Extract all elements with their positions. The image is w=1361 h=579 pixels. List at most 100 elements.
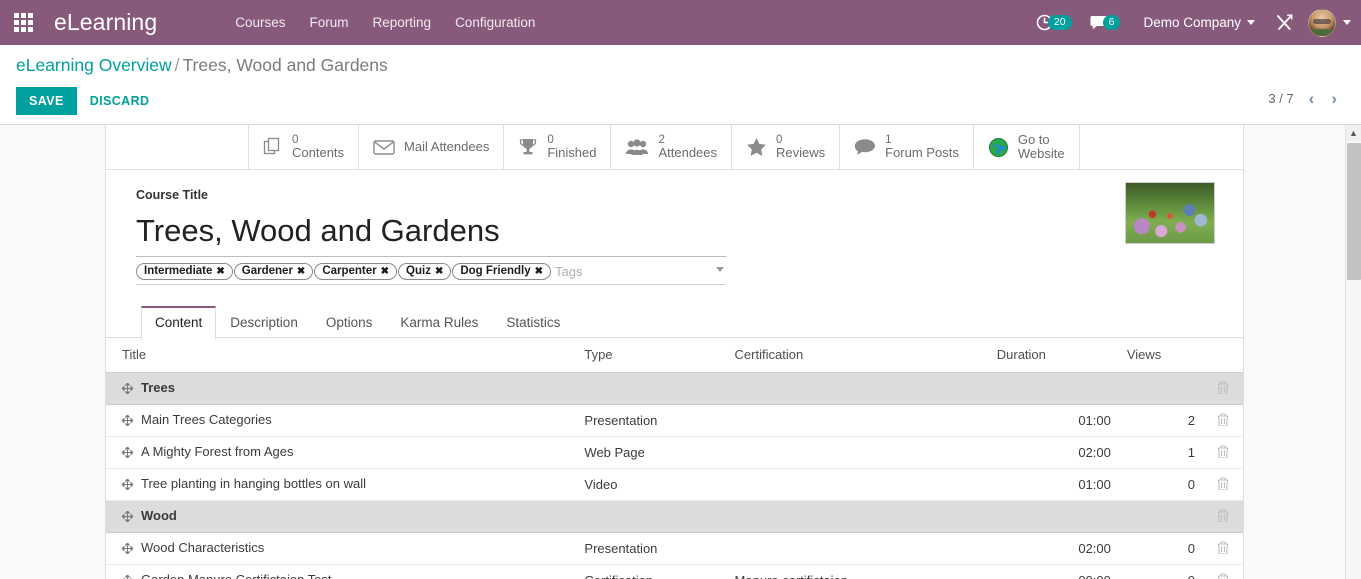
delete-row-icon[interactable]	[1217, 476, 1229, 493]
tag-remove-icon[interactable]: ✖	[297, 266, 305, 277]
pager-next-icon[interactable]: ›	[1329, 90, 1339, 107]
stat-label: Contents	[292, 145, 345, 161]
delete-row-icon[interactable]	[1217, 508, 1229, 525]
stat-button-reviews[interactable]: 0 Reviews	[732, 125, 841, 169]
discard-button[interactable]: DISCARD	[77, 87, 163, 115]
table-row[interactable]: A Mighty Forest from Ages Web Page 02:00…	[106, 436, 1243, 469]
stat-button-contents[interactable]: 0 Contents	[249, 125, 360, 169]
menu-item-courses[interactable]: Courses	[223, 9, 297, 36]
main-menu: Courses Forum Reporting Configuration	[223, 9, 547, 36]
stat-button-finished[interactable]: 0 Finished	[504, 125, 612, 169]
table-row[interactable]: Main Trees Categories Presentation 01:00…	[106, 404, 1243, 437]
stat-button-mail-attendees[interactable]: Mail Attendees	[359, 125, 505, 169]
scrollbar-thumb[interactable]	[1347, 143, 1361, 280]
row-title: Trees	[141, 380, 175, 395]
row-views: 1	[1118, 436, 1203, 469]
tag-chip[interactable]: Intermediate ✖	[136, 263, 233, 280]
table-row-section[interactable]: Trees	[106, 372, 1243, 405]
row-certification	[726, 500, 989, 533]
tag-remove-icon[interactable]: ✖	[435, 266, 443, 277]
row-type: Presentation	[576, 404, 727, 437]
course-image[interactable]	[1125, 182, 1215, 244]
activity-menu[interactable]: 20	[1027, 0, 1081, 45]
row-certification	[726, 372, 989, 405]
tags-field[interactable]: Intermediate ✖ Gardener ✖ Carpenter ✖ Qu…	[136, 260, 726, 285]
delete-row-icon[interactable]	[1217, 380, 1229, 397]
tag-chip[interactable]: Dog Friendly ✖	[452, 263, 552, 280]
menu-item-forum[interactable]: Forum	[298, 9, 361, 36]
copy-pages-icon	[263, 137, 283, 157]
company-name: Demo Company	[1143, 15, 1241, 30]
top-navbar: eLearning Courses Forum Reporting Config…	[0, 0, 1361, 45]
course-title-label: Course Title	[136, 188, 209, 202]
row-views	[1118, 500, 1203, 533]
form-sheet: 0 Contents Mail Attendees 0 Finished 2 A…	[105, 125, 1244, 579]
tag-remove-icon[interactable]: ✖	[381, 266, 389, 277]
tags-dropdown-icon[interactable]	[716, 267, 724, 272]
course-header: Course Title Intermediate ✖ Gardener ✖ C…	[106, 170, 1243, 339]
messaging-menu[interactable]: 6	[1081, 0, 1130, 45]
tag-chip[interactable]: Quiz ✖	[398, 263, 452, 280]
row-title: Main Trees Categories	[141, 412, 272, 427]
delete-row-icon[interactable]	[1217, 444, 1229, 461]
tab-description[interactable]: Description	[216, 306, 312, 339]
row-certification	[726, 532, 989, 565]
table-row-section[interactable]: Wood	[106, 500, 1243, 533]
stat-label: Go to	[1017, 132, 1050, 148]
scroll-up-arrow-icon[interactable]: ▲	[1346, 125, 1361, 141]
drag-handle-icon[interactable]	[121, 542, 134, 557]
tag-chip[interactable]: Carpenter ✖	[314, 263, 398, 280]
company-switcher[interactable]: Demo Company	[1129, 15, 1261, 30]
stat-button-go-to-website[interactable]: Go to Website	[974, 125, 1080, 169]
delete-row-icon[interactable]	[1217, 412, 1229, 429]
stat-button-attendees[interactable]: 2 Attendees	[611, 125, 733, 169]
breadcrumb-root-link[interactable]: eLearning Overview	[16, 55, 172, 75]
row-views: 0	[1118, 532, 1203, 565]
trophy-icon	[518, 137, 538, 157]
vertical-scrollbar[interactable]: ▲	[1345, 125, 1361, 579]
table-row[interactable]: Tree planting in hanging bottles on wall…	[106, 468, 1243, 501]
row-title: Wood	[141, 508, 177, 523]
row-title: Garden Manure Certifictaion Test	[141, 572, 332, 579]
apps-grid-icon[interactable]	[6, 0, 40, 45]
developer-tools-icon[interactable]	[1261, 13, 1304, 32]
menu-item-reporting[interactable]: Reporting	[361, 9, 444, 36]
tag-remove-icon[interactable]: ✖	[216, 266, 224, 277]
tag-chip[interactable]: Gardener ✖	[233, 263, 314, 280]
tab-statistics[interactable]: Statistics	[492, 306, 574, 339]
stat-spacer	[106, 125, 249, 169]
course-title-input[interactable]	[136, 207, 726, 257]
row-duration: 01:00	[988, 404, 1119, 437]
drag-handle-icon[interactable]	[121, 414, 134, 429]
column-header-type: Type	[576, 338, 727, 373]
tab-options[interactable]: Options	[312, 306, 387, 339]
drag-handle-icon[interactable]	[122, 574, 133, 579]
table-row[interactable]: Wood Characteristics Presentation 02:00 …	[106, 532, 1243, 565]
comment-icon	[854, 138, 876, 156]
form-view: 0 Contents Mail Attendees 0 Finished 2 A…	[0, 125, 1361, 579]
row-duration	[988, 500, 1119, 533]
drag-handle-icon[interactable]	[121, 510, 134, 525]
table-row-highlighted[interactable]: Garden Manure Certifictaion Test Certifi…	[106, 564, 1243, 579]
tag-remove-icon[interactable]: ✖	[535, 266, 543, 277]
app-brand-elearning[interactable]: eLearning	[54, 9, 157, 36]
drag-handle-icon[interactable]	[121, 382, 134, 397]
tags-placeholder: Tags	[555, 264, 583, 279]
tab-content[interactable]: Content	[141, 306, 217, 339]
breadcrumb-separator: /	[174, 55, 180, 75]
table-header-row: Title Type Certification Duration Views	[106, 338, 1243, 373]
tab-karma-rules[interactable]: Karma Rules	[386, 306, 492, 339]
drag-handle-icon[interactable]	[121, 478, 134, 493]
drag-handle-icon[interactable]	[121, 446, 134, 461]
stat-label: Attendees	[658, 145, 718, 161]
menu-item-configuration[interactable]: Configuration	[443, 9, 547, 36]
stat-button-forum-posts[interactable]: 1 Forum Posts	[840, 125, 974, 169]
notebook-tabs: Content Description Options Karma Rules …	[141, 305, 1215, 339]
save-button[interactable]: SAVE	[16, 87, 77, 115]
pager-previous-icon[interactable]: ‹	[1307, 90, 1317, 107]
delete-row-icon[interactable]	[1217, 572, 1229, 579]
delete-row-icon[interactable]	[1217, 540, 1229, 557]
user-menu[interactable]	[1304, 8, 1351, 37]
row-type	[576, 372, 727, 405]
chevron-down-icon	[1343, 20, 1351, 25]
